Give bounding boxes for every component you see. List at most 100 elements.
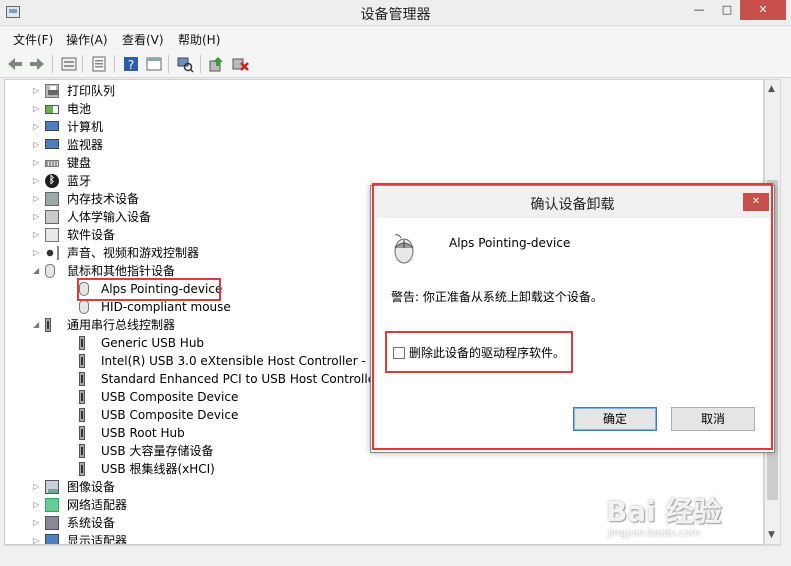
menu-action[interactable]: 操作(A) xyxy=(66,31,108,48)
expand-icon[interactable]: ▷ xyxy=(33,496,39,514)
expand-icon[interactable]: ▷ xyxy=(33,172,39,190)
usb-icon xyxy=(79,462,85,476)
forward-icon[interactable] xyxy=(28,55,46,73)
expand-icon[interactable]: ▷ xyxy=(33,532,39,544)
dialog-close-button[interactable]: ✕ xyxy=(743,193,769,211)
cancel-button[interactable]: 取消 xyxy=(671,407,755,431)
hid-icon xyxy=(45,210,59,224)
mouse-icon xyxy=(79,300,89,314)
tree-item-label: 键盘 xyxy=(67,156,92,170)
view-icon[interactable] xyxy=(145,55,163,73)
tree-item-label: USB 根集线器(xHCI) xyxy=(101,462,215,476)
expand-icon[interactable]: ▷ xyxy=(33,478,39,496)
dialog-title-bar: 确认设备卸载 xyxy=(371,186,774,218)
horizontal-scrollbar[interactable] xyxy=(4,545,781,561)
delete-driver-checkbox[interactable] xyxy=(393,347,405,359)
usb-icon xyxy=(79,390,85,404)
svg-text:?: ? xyxy=(128,58,134,72)
tree-item-label: 通用串行总线控制器 xyxy=(67,318,176,332)
update-driver-icon[interactable] xyxy=(208,55,226,73)
help-icon[interactable]: ? xyxy=(122,55,140,73)
scroll-up-icon[interactable]: ▲ xyxy=(768,84,775,94)
mouse-icon xyxy=(394,234,414,264)
expand-icon[interactable]: ▷ xyxy=(33,226,39,244)
toolbar-separator xyxy=(168,55,169,73)
tree-item-label: USB Root Hub xyxy=(101,426,185,440)
menu-help[interactable]: 帮助(H) xyxy=(178,31,220,48)
bluetooth-icon: ᛒ xyxy=(45,174,59,188)
tree-category[interactable]: ▷ 打印队列 xyxy=(5,82,763,100)
delete-driver-checkbox-label[interactable]: 删除此设备的驱动程序软件。 xyxy=(409,344,565,361)
audio-icon xyxy=(45,246,59,260)
memory-icon xyxy=(45,192,59,206)
usb-icon xyxy=(79,354,85,368)
uninstall-icon[interactable] xyxy=(231,55,249,73)
title-bar: 设备管理器 — □ ✕ xyxy=(0,0,791,26)
tree-item-label: Generic USB Hub xyxy=(101,336,205,350)
baidu-watermark-url: jingyan.baidu.com xyxy=(608,528,701,539)
tree-item-label: HID-compliant mouse xyxy=(101,300,231,314)
computer-icon xyxy=(45,121,59,131)
usb-icon xyxy=(79,372,85,386)
system-icon xyxy=(45,516,59,530)
expand-icon[interactable]: ▷ xyxy=(33,244,39,262)
tree-item-label: 计算机 xyxy=(67,120,104,134)
ok-button[interactable]: 确定 xyxy=(573,407,657,431)
tree-category[interactable]: ▷ 电池 xyxy=(5,100,763,118)
maximize-button[interactable]: □ xyxy=(712,0,742,20)
mouse-icon xyxy=(45,264,55,278)
menu-view[interactable]: 查看(V) xyxy=(122,31,164,48)
menu-bar: 文件(F) 操作(A) 查看(V) 帮助(H) xyxy=(0,27,791,49)
expand-icon[interactable]: ▷ xyxy=(33,118,39,136)
dialog-title: 确认设备卸载 xyxy=(530,197,615,213)
properties-icon[interactable] xyxy=(90,55,108,73)
tree-item-label: 声音、视频和游戏控制器 xyxy=(67,246,200,260)
tree-item-label: 网络适配器 xyxy=(67,498,128,512)
tree-item-label: 内存技术设备 xyxy=(67,192,140,206)
close-window-button[interactable]: ✕ xyxy=(740,0,786,20)
scan-hardware-icon[interactable] xyxy=(176,55,194,73)
mouse-icon xyxy=(79,282,89,296)
tree-item-label: 系统设备 xyxy=(67,516,116,530)
usb-icon xyxy=(79,444,85,458)
tree-category[interactable]: ▷ 监视器 xyxy=(5,136,763,154)
software-device-icon xyxy=(45,228,59,242)
collapse-icon[interactable]: ◢ xyxy=(33,262,39,280)
monitor-icon xyxy=(45,139,59,149)
toolbar: ? xyxy=(0,50,791,78)
usb-icon xyxy=(45,318,51,332)
expand-icon[interactable]: ▷ xyxy=(33,514,39,532)
tree-category[interactable]: ▷ 键盘 xyxy=(5,154,763,172)
collapse-icon[interactable]: ◢ xyxy=(33,316,39,334)
tree-device[interactable]: USB 根集线器(xHCI) xyxy=(5,460,763,478)
toolbar-separator xyxy=(200,55,201,73)
tree-item-label: 打印队列 xyxy=(67,84,116,98)
imaging-icon xyxy=(45,480,59,494)
expand-icon[interactable]: ▷ xyxy=(33,100,39,118)
expand-icon[interactable]: ▷ xyxy=(33,136,39,154)
expand-icon[interactable]: ▷ xyxy=(33,208,39,226)
dialog-body: Alps Pointing-device 警告: 你正准备从系统上卸载这个设备。… xyxy=(377,218,769,448)
baidu-watermark: Bai 经验 xyxy=(606,495,722,528)
expand-icon[interactable]: ▷ xyxy=(33,82,39,100)
tree-item-label: USB Composite Device xyxy=(101,408,239,422)
tree-item-label: Intel(R) USB 3.0 eXtensible Host Control… xyxy=(101,354,401,368)
tree-category[interactable]: ▷ 计算机 xyxy=(5,118,763,136)
expand-icon[interactable]: ▷ xyxy=(33,190,39,208)
keyboard-icon xyxy=(45,160,59,167)
device-name: Alps Pointing-device xyxy=(449,236,571,250)
back-icon[interactable] xyxy=(6,55,24,73)
toolbar-separator xyxy=(114,55,115,73)
tree-item-label: 软件设备 xyxy=(67,228,116,242)
scroll-down-icon[interactable]: ▼ xyxy=(768,530,775,540)
tree-item-label: 蓝牙 xyxy=(67,174,92,188)
show-hide-icon[interactable] xyxy=(60,55,78,73)
confirm-uninstall-dialog: 确认设备卸载 ✕ Alps Pointing-device 警告: 你正准备从系… xyxy=(370,185,775,453)
minimize-button[interactable]: — xyxy=(684,0,714,20)
usb-icon xyxy=(79,408,85,422)
expand-icon[interactable]: ▷ xyxy=(33,154,39,172)
tree-item-label: 显示适配器 xyxy=(67,534,128,545)
tree-item-label: USB 大容量存储设备 xyxy=(101,444,214,458)
menu-file[interactable]: 文件(F) xyxy=(13,31,53,48)
tree-item-label: Alps Pointing-device xyxy=(101,282,223,296)
